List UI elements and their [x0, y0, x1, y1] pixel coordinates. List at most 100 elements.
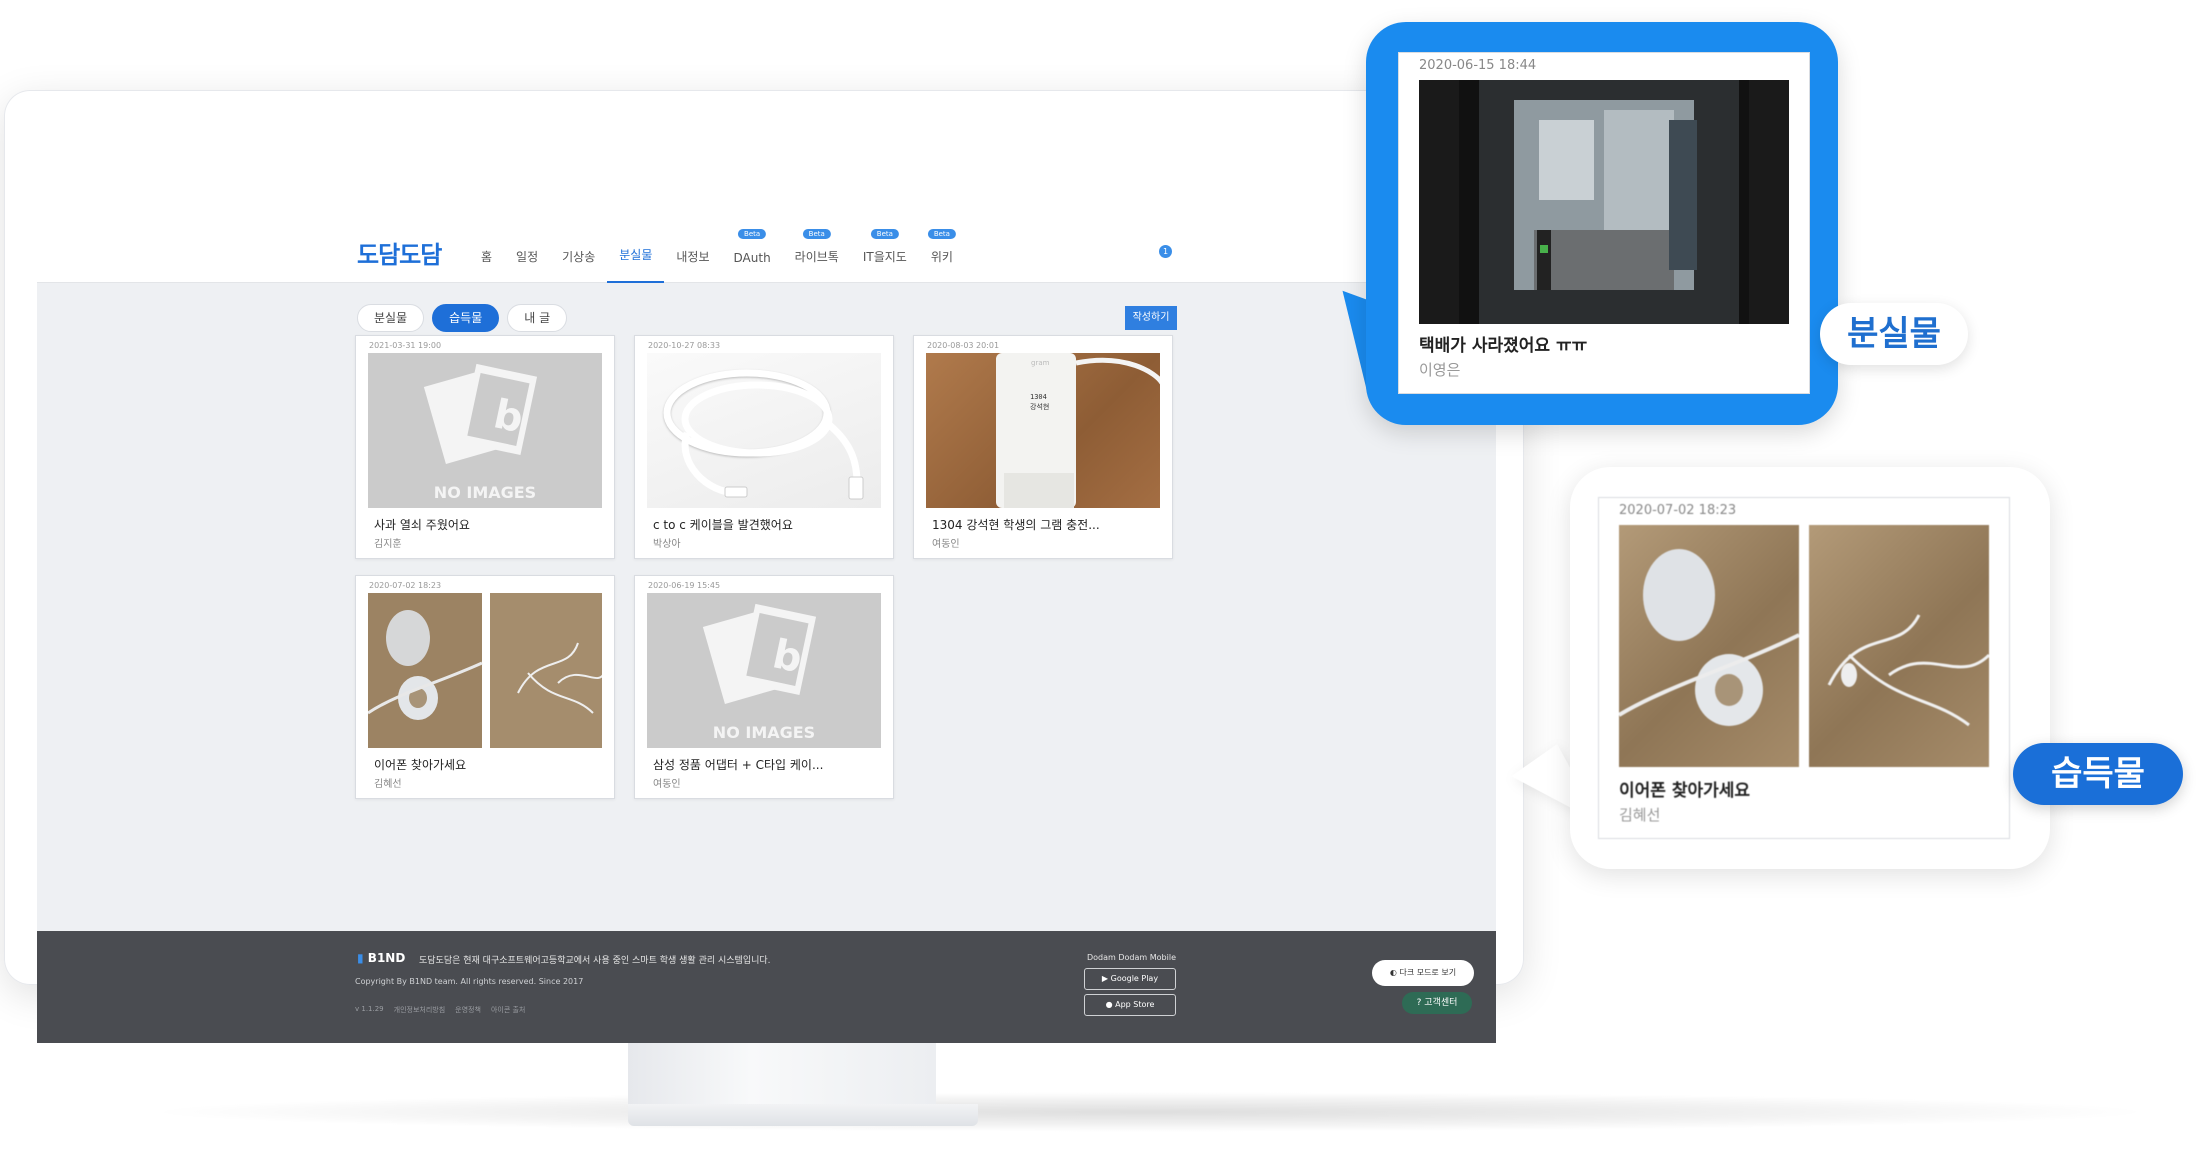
post-author: 김혜선 [1619, 806, 1661, 824]
charger-photo: gram 1304 강석현 [926, 353, 1160, 508]
svg-text:강석현: 강석현 [1030, 402, 1049, 411]
lost-tag: 분실물 [1820, 303, 1968, 365]
google-play-label: Google Play [1110, 974, 1159, 983]
earphone-cable-image [1827, 614, 1989, 727]
app-header: 도담도담 홈 일정 기상송 분실물 내정보 Beta DAuth Beta 라이브톡… [37, 215, 1496, 283]
charger-brand: gram [1031, 359, 1050, 367]
app-screen: 도담도담 홈 일정 기상송 분실물 내정보 Beta DAuth Beta 라이브톡… [37, 215, 1496, 1043]
nav-label: 위키 [930, 250, 953, 264]
post-card[interactable]: 2020-08-03 20:01 gram 1304 강석현 1304 강석현 … [913, 335, 1173, 559]
footer-copyright: Copyright By B1ND team. All rights reser… [355, 977, 584, 986]
post-card[interactable]: 2020-10-27 08:33 c to c 케이블을 발견했어요 박상아 [634, 335, 894, 559]
nav-schedule[interactable]: 일정 [504, 215, 550, 283]
main-nav: 홈 일정 기상송 분실물 내정보 Beta DAuth Beta 라이브톡 Beta… [469, 215, 965, 283]
post-title: 이어폰 찾아가세요 [374, 758, 467, 772]
post-author: 김지훈 [374, 539, 402, 550]
monitor-stand-base [628, 1104, 978, 1126]
nav-wakeup-song[interactable]: 기상송 [550, 215, 607, 283]
nav-it-map[interactable]: Beta IT을지도 [851, 215, 919, 283]
door-image [1419, 80, 1789, 324]
beta-badge: Beta [738, 229, 767, 239]
cable-photo [647, 353, 881, 508]
post-title: 삼성 정품 어댑터 + C타입 케이... [653, 758, 824, 772]
beta-badge: Beta [802, 229, 831, 239]
svg-text:1304: 1304 [1030, 393, 1047, 401]
post-date: 2020-08-03 20:01 [927, 341, 1000, 350]
beta-badge: Beta [870, 229, 899, 239]
notification-badge[interactable]: 1 [1159, 245, 1172, 258]
nav-label: 홈 [481, 250, 493, 264]
earphones-image [368, 593, 602, 748]
post-date: 2020-06-15 18:44 [1419, 58, 1537, 73]
nav-label: 일정 [516, 250, 539, 264]
footer: ▮ B1ND 도담도담은 현재 대구소프트웨어고등학교에서 사용 중인 스마트 … [37, 931, 1496, 1043]
nav-home[interactable]: 홈 [469, 215, 504, 283]
post-title: c to c 케이블을 발견했어요 [653, 518, 793, 532]
dark-mode-label: 다크 모드로 보기 [1399, 968, 1457, 977]
dark-mode-toggle[interactable]: ◐ 다크 모드로 보기 [1372, 960, 1474, 986]
support-button[interactable]: ? 고객센터 [1402, 992, 1472, 1014]
no-image-placeholder: b NO IMAGES [647, 593, 881, 748]
filter-found[interactable]: 습득물 [432, 304, 500, 332]
mobile-title: Dodam Dodam Mobile [1087, 953, 1176, 962]
footer-brand: ▮ B1ND [357, 951, 405, 965]
filter-chips: 분실물 습득물 내 글 [357, 304, 568, 332]
post-title: 이어폰 찾아가세요 [1619, 781, 1751, 801]
icon-credit-link[interactable]: 아이콘 출처 [491, 1005, 525, 1015]
cable-image [663, 369, 864, 500]
post-title: 택배가 사라졌어요 ㅠㅠ [1419, 336, 1588, 356]
earphone-tip-photo [1619, 525, 1799, 767]
no-images-label: NO IMAGES [433, 483, 537, 502]
post-author: 박상아 [653, 539, 681, 550]
nav-dauth[interactable]: Beta DAuth [722, 215, 783, 283]
logo[interactable]: 도담도담 [357, 235, 442, 270]
filter-lost[interactable]: 분실물 [357, 304, 425, 332]
write-button[interactable]: 작성하기 [1125, 306, 1177, 330]
privacy-link[interactable]: 개인정보처리방침 [394, 1005, 446, 1015]
nav-label: IT을지도 [862, 250, 907, 264]
support-label: 고객센터 [1424, 998, 1458, 1008]
footer-description: 도담도담은 현재 대구소프트웨어고등학교에서 사용 중인 스마트 학생 생활 관… [419, 956, 771, 966]
footer-links: v 1.1.29 개인정보처리방침 운영정책 아이콘 출처 [355, 1005, 525, 1015]
filter-mine[interactable]: 내 글 [507, 304, 568, 332]
zoomed-lost-card: 2020-06-15 18:44 택배가 사라졌어요 ㅠㅠ 이영은 [1398, 52, 1810, 394]
app-store-button[interactable]: ● App Store [1084, 994, 1176, 1016]
nav-label: 기상송 [562, 250, 596, 264]
post-date: 2021-03-31 19:00 [369, 341, 442, 350]
post-author: 여동인 [932, 539, 960, 550]
nav-lost-found[interactable]: 분실물 [607, 215, 665, 283]
post-card[interactable]: 2020-07-02 18:23 이어폰 찾아가세요 김혜선 [355, 575, 615, 799]
no-image-placeholder: b NO IMAGES [368, 353, 602, 508]
monitor: 도담도담 홈 일정 기상송 분실물 내정보 Beta DAuth Beta 라이브톡… [4, 90, 1524, 1043]
post-author: 김혜선 [374, 779, 402, 790]
apple-icon: ● [1105, 1000, 1113, 1009]
post-date: 2020-10-27 08:33 [648, 341, 721, 350]
nav-wiki[interactable]: Beta 위키 [919, 215, 965, 283]
post-card[interactable]: 2021-03-31 19:00 b NO IMAGES 사과 열쇠 주웠어요 … [355, 335, 615, 559]
nav-my-info[interactable]: 내정보 [664, 215, 721, 283]
earphone-tip-image [1619, 549, 1799, 726]
post-title: 사과 열쇠 주웠어요 [374, 518, 470, 532]
half-moon-icon: ◐ [1389, 968, 1397, 977]
google-play-button[interactable]: ▶ Google Play [1084, 968, 1176, 990]
beta-badge: Beta [927, 229, 956, 239]
earphone-cable-photo [1809, 525, 1989, 767]
nav-livetalk[interactable]: Beta 라이브톡 [783, 215, 851, 283]
post-date: 2020-07-02 18:23 [369, 581, 442, 590]
footer-brand-label: B1ND [367, 951, 406, 965]
nav-label: 분실물 [619, 248, 653, 262]
nav-label: DAuth [733, 251, 771, 265]
version-label: v 1.1.29 [355, 1005, 384, 1013]
zoomed-found-card: 2020-07-02 18:23 이어폰 찾아가세요 김혜선 [1598, 497, 2010, 839]
post-card[interactable]: 2020-06-19 15:45 b NO IMAGES 삼성 정품 어댑터 +… [634, 575, 894, 799]
nav-label: 내정보 [676, 250, 710, 264]
policy-link[interactable]: 운영정책 [455, 1005, 481, 1015]
nav-label: 라이브톡 [794, 250, 839, 264]
b1nd-logo-icon: ▮ [357, 951, 364, 965]
monitor-shadow [140, 1092, 2160, 1132]
post-author: 이영은 [1419, 361, 1461, 379]
question-icon: ? [1416, 998, 1422, 1008]
post-date: 2020-07-02 18:23 [1619, 503, 1737, 518]
post-date: 2020-06-19 15:45 [648, 581, 721, 590]
door-photo [1419, 80, 1789, 324]
